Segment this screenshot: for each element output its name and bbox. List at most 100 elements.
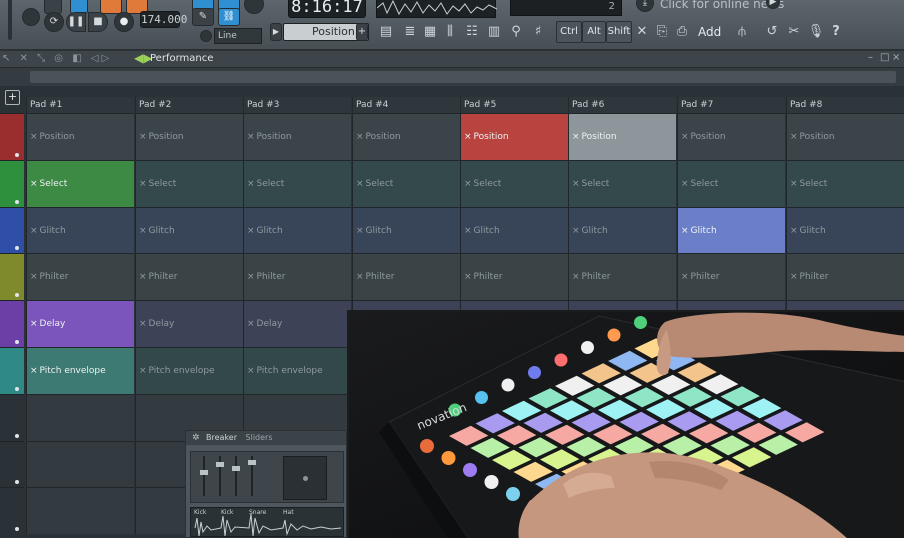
clip-close-icon[interactable]: × xyxy=(30,272,38,282)
window-minimize-button[interactable]: – xyxy=(868,52,873,63)
clip-cell[interactable]: × Glitch xyxy=(677,206,785,254)
horizontal-scrollbar[interactable] xyxy=(30,71,896,83)
link-tool-icon[interactable]: ⛓ xyxy=(218,8,240,26)
modifier-ctrl-button[interactable]: Ctrl xyxy=(556,21,582,43)
undo-icon[interactable]: ↺ xyxy=(762,21,782,43)
clip-cell[interactable]: × Position xyxy=(568,113,676,160)
tool-add-icon[interactable]: + xyxy=(356,23,368,41)
mixer-icon[interactable]: ⫼ xyxy=(440,21,460,43)
clip-cell[interactable]: × Select xyxy=(786,159,904,207)
plugin-picker-icon[interactable]: ⚲ xyxy=(506,21,526,43)
pad-header-2[interactable]: Pad #2 xyxy=(135,97,243,113)
snap-select[interactable]: Line xyxy=(214,28,262,44)
clip-cell[interactable]: × Philter xyxy=(677,253,785,301)
modifier-alt-button[interactable]: Alt xyxy=(582,21,606,43)
pause-button[interactable]: ❚❚ xyxy=(66,12,86,32)
plugin-database-icon[interactable]: ▥ xyxy=(484,21,504,43)
clip-close-icon[interactable]: × xyxy=(139,366,147,376)
clip-close-icon[interactable]: × xyxy=(464,226,472,236)
track-color-stripe[interactable] xyxy=(0,113,24,160)
clip-cell[interactable] xyxy=(26,393,134,441)
tuning-fork-icon[interactable]: ⫛ xyxy=(732,21,752,43)
track-color-stripe[interactable] xyxy=(0,347,24,394)
clip-cell[interactable] xyxy=(26,440,134,488)
clip-cell[interactable]: × Philter xyxy=(352,253,460,301)
clip-cell[interactable]: ×Delay xyxy=(26,300,134,347)
clip-cell[interactable]: × Position xyxy=(26,113,134,160)
clip-cell[interactable]: × Philter xyxy=(460,253,568,301)
pad-header-3[interactable]: Pad #3 xyxy=(243,97,351,113)
pad-header-7[interactable]: Pad #7 xyxy=(677,97,785,113)
clip-close-icon[interactable]: × xyxy=(30,319,38,329)
window-maximize-button[interactable]: □ xyxy=(880,52,889,63)
paste-icon[interactable]: ⎙ xyxy=(672,21,692,43)
clip-cell[interactable]: × Select xyxy=(568,159,676,207)
clip-close-icon[interactable]: × xyxy=(247,272,255,282)
master-pitch-knob[interactable] xyxy=(22,8,40,26)
clip-cell[interactable]: × Position xyxy=(786,113,904,160)
clip-close-icon[interactable]: × xyxy=(464,179,472,189)
clip-cell[interactable]: × Glitch xyxy=(460,206,568,254)
clip-close-icon[interactable]: × xyxy=(247,319,255,329)
clip-cell[interactable]: ×Delay xyxy=(135,300,243,347)
pad-header-8[interactable]: Pad #8 xyxy=(786,97,904,113)
copy-icon[interactable]: ⎘ xyxy=(652,21,672,43)
track-color-stripe[interactable] xyxy=(0,487,24,535)
clip-cell[interactable] xyxy=(26,487,134,535)
clip-cell[interactable]: × Position xyxy=(243,113,351,160)
pad-header-6[interactable]: Pad #6 xyxy=(568,97,676,113)
microphone-icon[interactable]: 🎙 xyxy=(806,21,826,43)
plugin-titlebar[interactable]: ✲ Breaker Sliders xyxy=(186,431,346,445)
clip-close-icon[interactable]: × xyxy=(572,272,580,282)
window-close-button[interactable]: × xyxy=(892,52,900,63)
pad-header-1[interactable]: Pad #1 xyxy=(26,97,134,113)
clip-close-icon[interactable]: × xyxy=(790,226,798,236)
plugin-slider[interactable] xyxy=(232,456,240,496)
plugin-slider[interactable] xyxy=(200,456,208,496)
clip-close-icon[interactable]: × xyxy=(681,179,689,189)
channel-rack-icon[interactable]: ▦ xyxy=(420,21,440,43)
clip-cell[interactable]: ×Pitch envelope xyxy=(135,347,243,394)
pad-header-4[interactable]: Pad #4 xyxy=(352,97,460,113)
download-icon[interactable]: ⤓ xyxy=(636,0,654,12)
help-button[interactable]: ? xyxy=(826,21,846,43)
clip-close-icon[interactable]: × xyxy=(464,132,472,142)
clip-cell[interactable]: × Position xyxy=(135,113,243,160)
delete-icon[interactable]: ✕ xyxy=(632,21,652,43)
loop-icon[interactable]: ⟳ xyxy=(44,12,64,32)
clip-close-icon[interactable]: × xyxy=(247,366,255,376)
modifier-shift-button[interactable]: Shift xyxy=(606,21,632,43)
track-color-stripe[interactable] xyxy=(0,300,24,347)
clip-close-icon[interactable]: × xyxy=(681,132,689,142)
plugin-slider[interactable] xyxy=(216,456,224,496)
tempo-display[interactable]: 174.000 xyxy=(140,11,187,28)
clip-close-icon[interactable]: × xyxy=(356,179,364,189)
clip-cell[interactable]: × Select xyxy=(460,159,568,207)
track-color-stripe[interactable] xyxy=(0,206,24,254)
window-tool-icons[interactable]: ↖ ✕ ⤡ ◎ ◧ ◁▷ xyxy=(2,53,112,64)
clip-cell[interactable]: × Select xyxy=(352,159,460,207)
clip-close-icon[interactable]: × xyxy=(681,226,689,236)
track-color-stripe[interactable] xyxy=(0,159,24,207)
clip-close-icon[interactable]: × xyxy=(139,132,147,142)
add-menu-button[interactable]: Add xyxy=(692,21,726,43)
clip-cell[interactable]: × Select xyxy=(243,159,351,207)
clip-close-icon[interactable]: × xyxy=(30,179,38,189)
clip-close-icon[interactable]: × xyxy=(139,179,147,189)
stamp-icon[interactable]: ♯ xyxy=(528,21,548,43)
clip-close-icon[interactable]: × xyxy=(139,226,147,236)
clip-cell[interactable]: × Glitch xyxy=(786,206,904,254)
clip-cell[interactable]: × Glitch xyxy=(243,206,351,254)
clip-cell[interactable]: × Philter xyxy=(135,253,243,301)
add-track-button[interactable]: + xyxy=(5,90,20,105)
clip-cell[interactable]: × Philter xyxy=(786,253,904,301)
clip-close-icon[interactable]: × xyxy=(356,132,364,142)
clip-cell[interactable]: × Philter xyxy=(243,253,351,301)
playlist-icon[interactable]: ▤ xyxy=(376,21,396,43)
plugin-slider[interactable] xyxy=(248,456,256,496)
clip-cell[interactable]: ×Pitch envelope xyxy=(243,347,351,394)
clip-cell[interactable]: ×Delay xyxy=(243,300,351,347)
track-color-stripe[interactable] xyxy=(0,393,24,441)
clip-close-icon[interactable]: × xyxy=(30,132,38,142)
track-color-stripe[interactable] xyxy=(0,253,24,301)
